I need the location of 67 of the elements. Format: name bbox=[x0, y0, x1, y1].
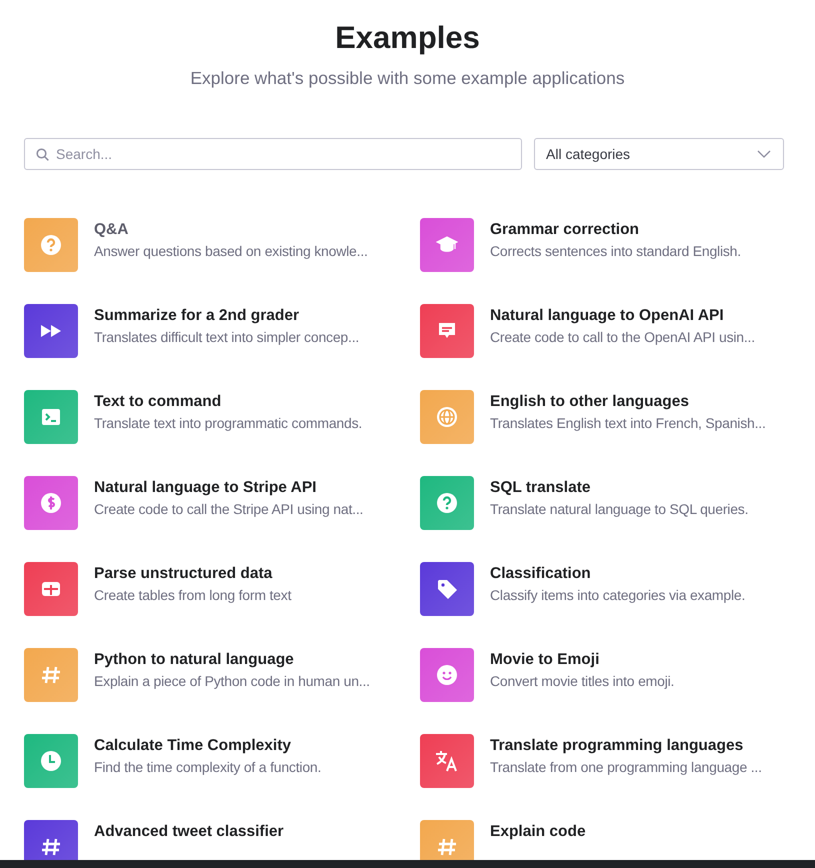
example-icon-tile[interactable] bbox=[24, 218, 78, 272]
example-title[interactable]: Parse unstructured data bbox=[94, 565, 292, 583]
example-icon-tile[interactable] bbox=[420, 390, 474, 444]
example-description: Create code to call the Stripe API using nat... bbox=[94, 501, 364, 517]
example-description: Create tables from long form text bbox=[94, 587, 292, 603]
example-title[interactable]: Classification bbox=[490, 565, 746, 583]
example-description: Find the time complexity of a function. bbox=[94, 759, 322, 775]
example-title[interactable]: Summarize for a 2nd grader bbox=[94, 307, 360, 325]
example-description: Translate text into programmatic commands. bbox=[94, 415, 362, 431]
fast-forward-icon bbox=[40, 324, 62, 338]
example-title[interactable]: Movie to Emoji bbox=[490, 651, 674, 669]
dollar-coin-icon bbox=[40, 492, 62, 514]
example-icon-tile[interactable] bbox=[24, 476, 78, 530]
example-icon-tile[interactable] bbox=[420, 304, 474, 358]
search-icon bbox=[36, 148, 49, 161]
translate-icon bbox=[435, 750, 459, 772]
example-icon-tile[interactable] bbox=[24, 562, 78, 616]
globe-icon bbox=[436, 406, 458, 428]
example-icon-tile[interactable] bbox=[24, 820, 78, 860]
example-title[interactable]: Python to natural language bbox=[94, 651, 370, 669]
example-description: Translates difficult text into simpler concep... bbox=[94, 329, 360, 345]
search-field[interactable]: Search... bbox=[24, 138, 522, 170]
example-title[interactable]: Advanced tweet classifier bbox=[94, 823, 284, 841]
hash-icon bbox=[41, 665, 61, 685]
example-icon-tile[interactable] bbox=[24, 648, 78, 702]
example-description: Create code to call to the OpenAI API usin... bbox=[490, 329, 755, 345]
example-icon-tile[interactable] bbox=[420, 476, 474, 530]
example-icon-tile[interactable] bbox=[420, 218, 474, 272]
table-icon bbox=[41, 581, 61, 597]
page-subtitle: Explore what's possible with some example applications bbox=[190, 68, 625, 89]
tag-icon bbox=[436, 578, 458, 600]
example-icon-tile[interactable] bbox=[420, 562, 474, 616]
example-title[interactable]: Grammar correction bbox=[490, 221, 741, 239]
example-title[interactable]: Natural language to OpenAI API bbox=[490, 307, 755, 325]
example-title[interactable]: Translate programming languages bbox=[490, 737, 762, 755]
hash-icon bbox=[41, 837, 61, 857]
example-title[interactable]: Natural language to Stripe API bbox=[94, 479, 364, 497]
chevron-down-icon bbox=[757, 150, 771, 158]
example-title[interactable]: Text to command bbox=[94, 393, 362, 411]
example-icon-tile[interactable] bbox=[420, 820, 474, 860]
terminal-icon bbox=[41, 408, 61, 426]
page-title: Examples bbox=[335, 20, 480, 56]
example-description: Translate from one programming language ... bbox=[490, 759, 762, 775]
example-icon-tile[interactable] bbox=[420, 648, 474, 702]
example-title[interactable]: English to other languages bbox=[490, 393, 766, 411]
example-icon-tile[interactable] bbox=[24, 304, 78, 358]
graduation-cap-icon bbox=[436, 236, 458, 254]
question-icon bbox=[40, 234, 62, 256]
example-description: Translate natural language to SQL queries. bbox=[490, 501, 748, 517]
example-title[interactable]: Explain code bbox=[490, 823, 586, 841]
example-title[interactable]: Q&A bbox=[94, 221, 368, 239]
clock-icon bbox=[40, 750, 62, 772]
example-description: Convert movie titles into emoji. bbox=[490, 673, 674, 689]
example-description: Answer questions based on existing knowle... bbox=[94, 243, 368, 259]
example-icon-tile[interactable] bbox=[24, 390, 78, 444]
example-description: Translates English text into French, Spanish... bbox=[490, 415, 766, 431]
hash-icon bbox=[437, 837, 457, 857]
example-icon-tile[interactable] bbox=[24, 734, 78, 788]
smiley-icon bbox=[436, 664, 458, 686]
question-icon bbox=[436, 492, 458, 514]
example-title[interactable]: SQL translate bbox=[490, 479, 748, 497]
category-dropdown[interactable]: All categories bbox=[534, 138, 784, 170]
example-description: Classify items into categories via example. bbox=[490, 587, 746, 603]
example-description: Corrects sentences into standard English. bbox=[490, 243, 741, 259]
example-title[interactable]: Calculate Time Complexity bbox=[94, 737, 322, 755]
example-description: Explain a piece of Python code in human un... bbox=[94, 673, 370, 689]
example-icon-tile[interactable] bbox=[420, 734, 474, 788]
